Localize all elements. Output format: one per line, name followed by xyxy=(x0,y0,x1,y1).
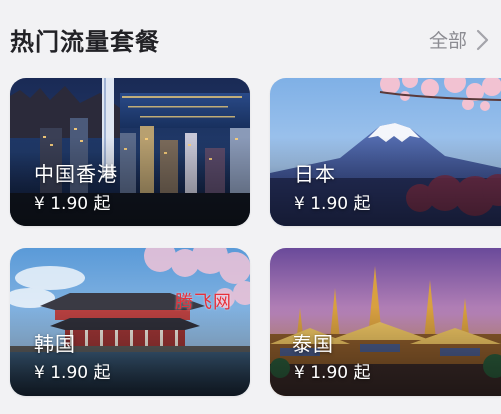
package-name: 韩国 xyxy=(34,332,76,356)
package-card-thailand[interactable]: 泰国 ¥ 1.90 起 xyxy=(270,248,501,396)
package-name: 日本 xyxy=(294,162,336,186)
section-header: 热门流量套餐 全部 xyxy=(0,0,501,78)
package-price: ¥ 1.90 起 xyxy=(34,194,111,214)
package-card-hong-kong[interactable]: 中国香港 ¥ 1.90 起 xyxy=(10,78,250,226)
package-price: ¥ 1.90 起 xyxy=(294,363,371,383)
chevron-right-icon xyxy=(476,29,489,50)
package-card-korea[interactable]: 韩国 ¥ 1.90 起 xyxy=(10,248,250,396)
section-title: 热门流量套餐 xyxy=(10,28,160,56)
see-all-label: 全部 xyxy=(428,30,467,52)
package-name: 中国香港 xyxy=(34,162,118,186)
watermark-text: 腾飞网 xyxy=(175,292,232,313)
package-card-japan[interactable]: 日本 ¥ 1.90 起 xyxy=(270,78,501,226)
package-name: 泰国 xyxy=(292,332,334,356)
see-all-button[interactable]: 全部 xyxy=(429,26,491,53)
package-price: ¥ 1.90 起 xyxy=(34,363,111,383)
package-price: ¥ 1.90 起 xyxy=(294,194,371,214)
bottom-spacer xyxy=(0,400,501,414)
